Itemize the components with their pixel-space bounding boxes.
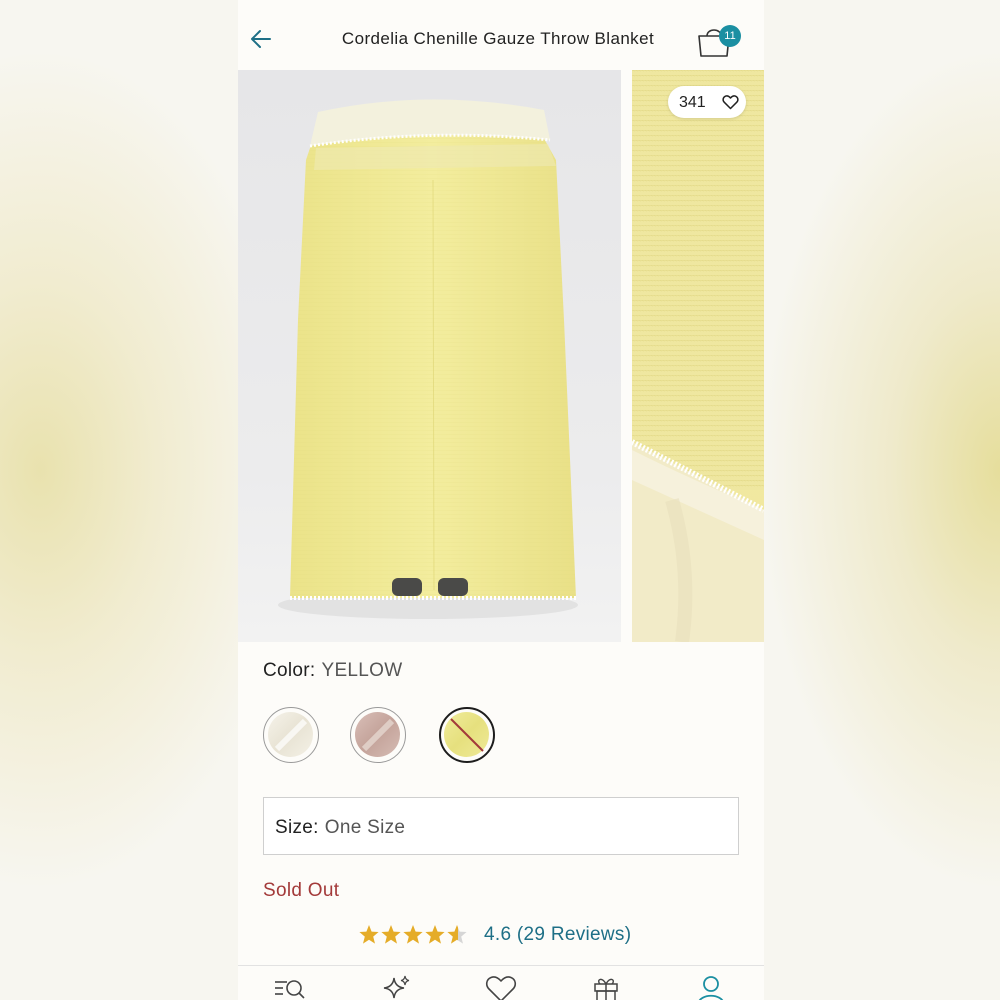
swatch-texture (361, 718, 395, 752)
top-navigation-bar: Cordelia Chenille Gauze Throw Blanket 11 (238, 0, 764, 70)
star-half-icon (447, 925, 467, 944)
account-icon[interactable] (693, 974, 729, 1000)
unavailable-slash-icon (450, 718, 484, 752)
heart-outline-icon (722, 95, 739, 110)
heart-icon[interactable] (483, 974, 519, 1000)
size-selection-label: Size: One Size (275, 817, 405, 839)
favorite-count-button[interactable]: 341 (668, 86, 746, 118)
star-rating-icons (359, 925, 467, 944)
fabric-detail-illustration (632, 70, 764, 642)
star-icon (381, 925, 401, 944)
sparkles-icon[interactable] (378, 974, 414, 1000)
star-icon (425, 925, 445, 944)
star-icon (359, 925, 379, 944)
color-swatch-yellow[interactable] (439, 707, 495, 763)
product-image-gallery[interactable]: 341 (238, 70, 764, 642)
app-screen: Cordelia Chenille Gauze Throw Blanket 11 (238, 0, 764, 1000)
color-label: Color: (263, 660, 316, 681)
arrow-left-icon[interactable] (248, 26, 274, 52)
size-label: Size: (275, 817, 319, 838)
gift-icon[interactable] (588, 974, 624, 1000)
swatch-texture (274, 718, 308, 752)
blanket-photo-illustration (278, 99, 578, 619)
favorite-count: 341 (679, 94, 706, 111)
bottom-tab-bar (238, 965, 764, 1000)
rating-summary-link[interactable]: 4.6 (29 Reviews) (484, 924, 631, 946)
product-photo-main[interactable] (238, 70, 621, 642)
size-value: One Size (324, 817, 406, 838)
availability-status: Sold Out (263, 880, 340, 901)
product-photo-detail[interactable] (632, 70, 764, 642)
background-blur-right (760, 0, 1000, 1000)
color-swatch-ivory[interactable] (263, 707, 319, 763)
color-value: YELLOW (321, 660, 403, 681)
page-title: Cordelia Chenille Gauze Throw Blanket (341, 29, 655, 48)
star-icon (403, 925, 423, 944)
search-list-icon[interactable] (273, 974, 309, 1000)
cart-count-badge: 11 (719, 25, 741, 47)
color-selection-label: Color: YELLOW (263, 660, 402, 682)
color-swatch-mauve[interactable] (350, 707, 406, 763)
size-selector[interactable]: Size: One Size (263, 797, 739, 855)
